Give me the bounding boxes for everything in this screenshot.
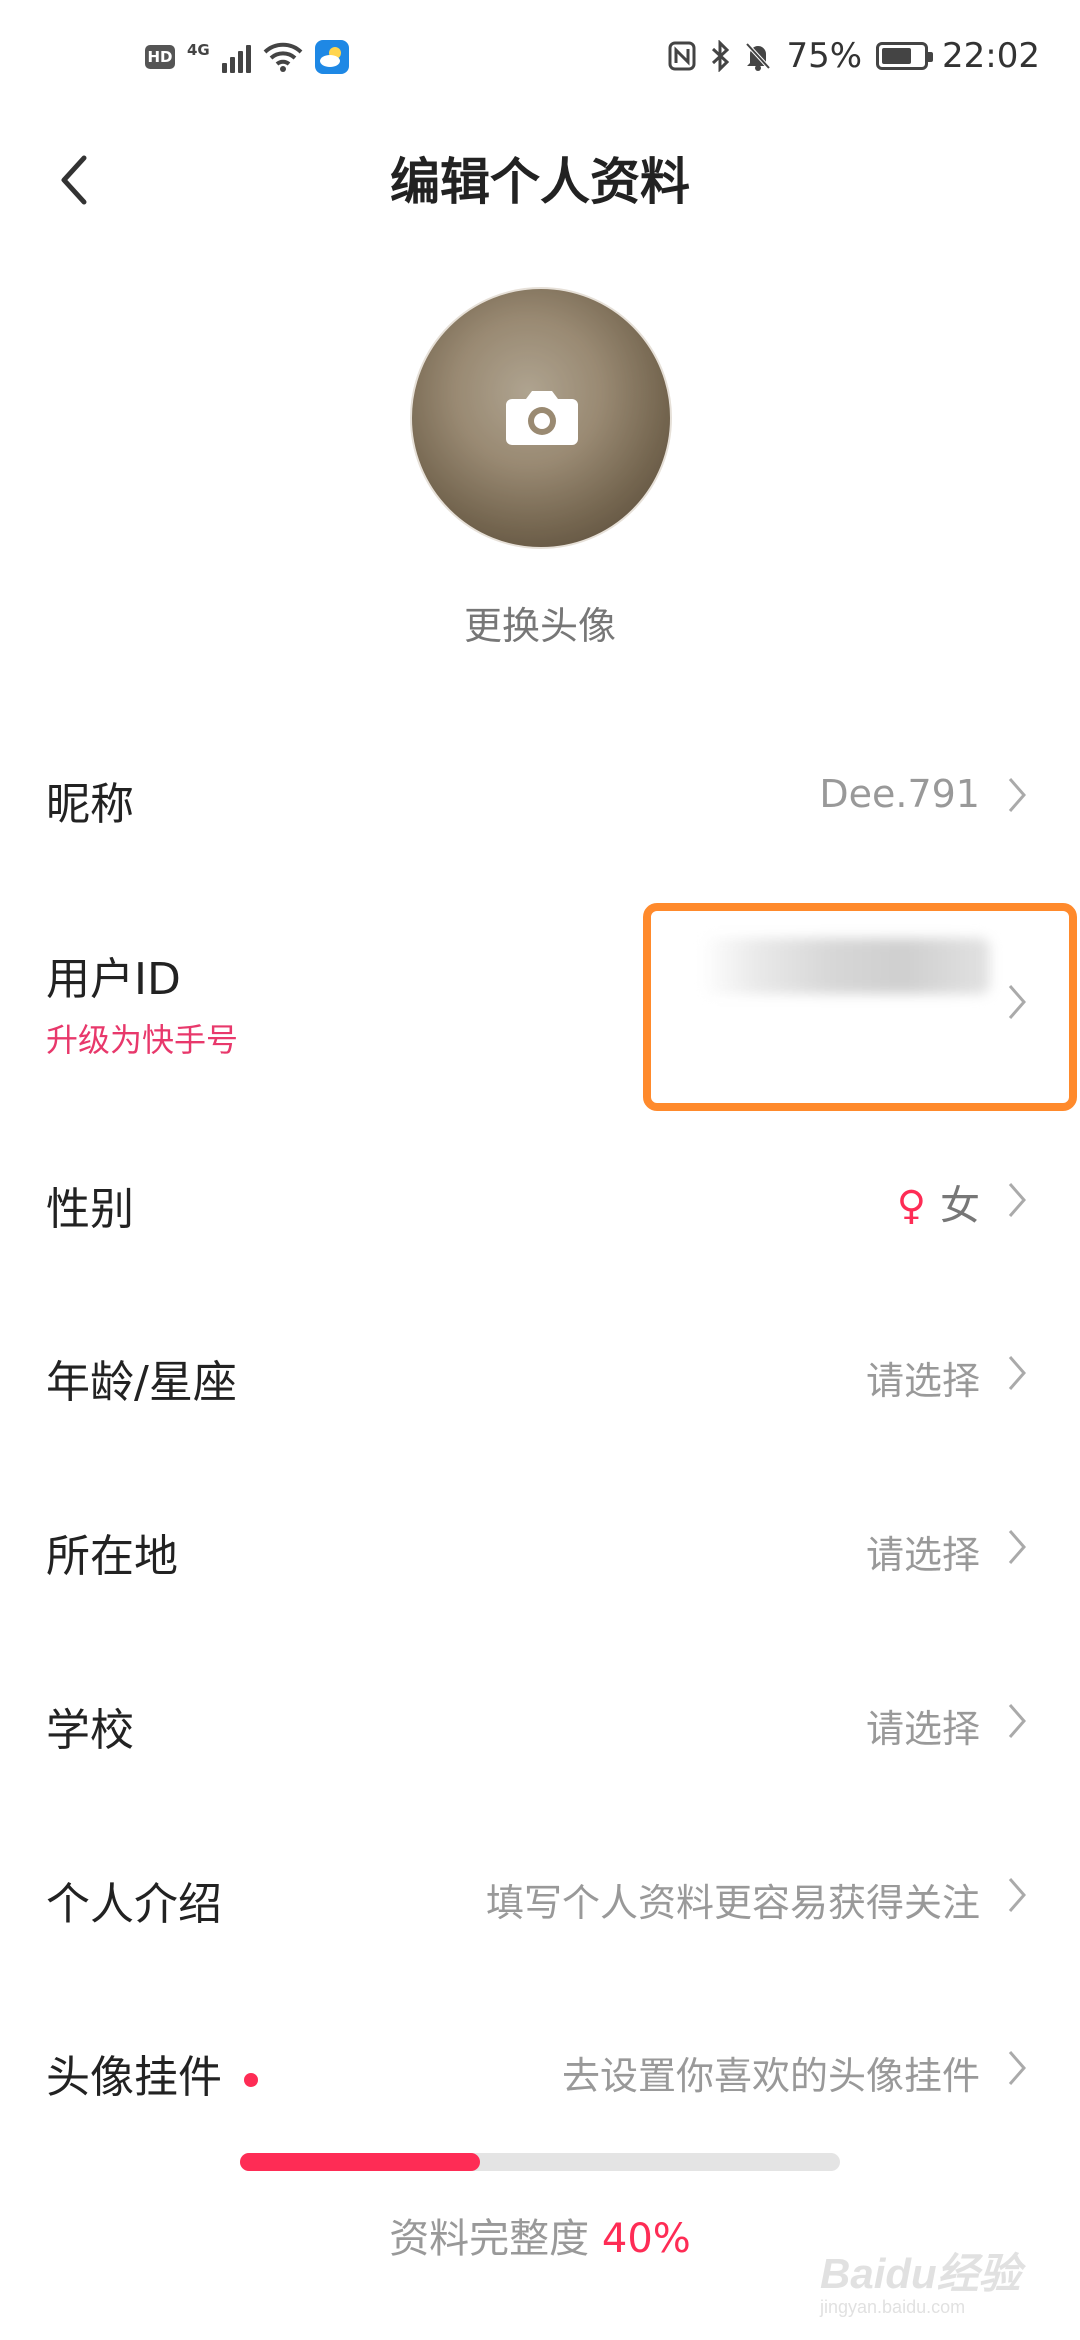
- location-label: 所在地: [46, 1531, 178, 1582]
- chevron-right-icon: [1008, 1878, 1026, 1912]
- status-bar: HD 4G 75% 22:02: [0, 0, 1080, 120]
- signal-icon: [221, 41, 251, 73]
- bio-row[interactable]: 个人介绍 填写个人资料更容易获得关注: [0, 1835, 1080, 1955]
- avatar[interactable]: [410, 287, 672, 549]
- nickname-label: 昵称: [46, 779, 134, 830]
- battery-level: [882, 48, 911, 64]
- avatar-pendant-value: 去设置你喜欢的头像挂件: [561, 2054, 980, 2098]
- gender-text: 女: [940, 1183, 980, 1229]
- nfc-icon: [668, 41, 696, 71]
- gender-value: ♀ 女: [897, 1173, 980, 1231]
- status-right: 75% 22:02: [668, 36, 1040, 76]
- school-row[interactable]: 学校 请选择: [0, 1661, 1080, 1781]
- age-row[interactable]: 年龄/星座 请选择: [0, 1313, 1080, 1433]
- chevron-right-icon: [1008, 1530, 1026, 1564]
- user-id-label: 用户ID: [46, 954, 181, 1005]
- nickname-value: Dee.791: [819, 772, 980, 816]
- female-icon: ♀: [896, 1183, 926, 1229]
- change-avatar-link[interactable]: 更换头像: [0, 595, 1080, 650]
- header: 编辑个人资料: [0, 120, 1080, 240]
- chevron-right-icon: [1008, 1356, 1026, 1390]
- upgrade-kuaishou-id-link[interactable]: 升级为快手号: [46, 1015, 238, 1061]
- status-left: HD 4G: [145, 40, 349, 74]
- completeness-label: 资料完整度: [389, 2216, 590, 2262]
- school-label: 学校: [46, 1705, 134, 1756]
- mute-icon: [745, 42, 771, 71]
- wifi-icon: [263, 42, 303, 72]
- new-badge-dot: [244, 2073, 258, 2087]
- avatar-pendant-row[interactable]: 头像挂件 去设置你喜欢的头像挂件: [0, 2008, 1080, 2128]
- avatar-pendant-label: 头像挂件: [46, 2041, 258, 2105]
- weather-app-icon: [314, 40, 349, 74]
- chevron-right-icon: [1008, 778, 1026, 812]
- watermark-brand: Baidu经验: [820, 2250, 1021, 2297]
- bio-label: 个人介绍: [46, 1879, 222, 1930]
- camera-icon: [506, 391, 578, 445]
- battery-percent: 75%: [786, 36, 863, 76]
- completeness-progress-fill: [240, 2153, 480, 2171]
- age-value: 请选择: [865, 1359, 980, 1403]
- highlight-annotation: [643, 903, 1077, 1111]
- baidu-jingyan-watermark: Baidu经验 jingyan.baidu.com: [820, 2240, 1040, 2320]
- gender-row[interactable]: 性别 ♀ 女: [0, 1140, 1080, 1260]
- location-value: 请选择: [865, 1533, 980, 1577]
- completeness-progress-bar: [240, 2153, 840, 2171]
- network-type: 4G: [187, 41, 210, 59]
- avatar-pendant-label-text: 头像挂件: [46, 2052, 222, 2103]
- bio-value: 填写个人资料更容易获得关注: [485, 1881, 980, 1925]
- chevron-right-icon: [1008, 1183, 1026, 1217]
- completeness-percent: 40%: [601, 2216, 691, 2262]
- battery-icon: [876, 42, 934, 70]
- gender-label: 性别: [46, 1184, 134, 1235]
- chevron-right-icon: [1008, 1704, 1026, 1738]
- bluetooth-icon: [712, 40, 730, 72]
- age-label: 年龄/星座: [46, 1357, 237, 1408]
- location-row[interactable]: 所在地 请选择: [0, 1487, 1080, 1607]
- page-title: 编辑个人资料: [390, 153, 690, 211]
- clock: 22:02: [942, 36, 1040, 76]
- hd-badge: HD: [145, 45, 175, 69]
- chevron-right-icon: [1008, 2051, 1026, 2085]
- school-value: 请选择: [865, 1707, 980, 1751]
- nickname-row[interactable]: 昵称 Dee.791: [0, 735, 1080, 855]
